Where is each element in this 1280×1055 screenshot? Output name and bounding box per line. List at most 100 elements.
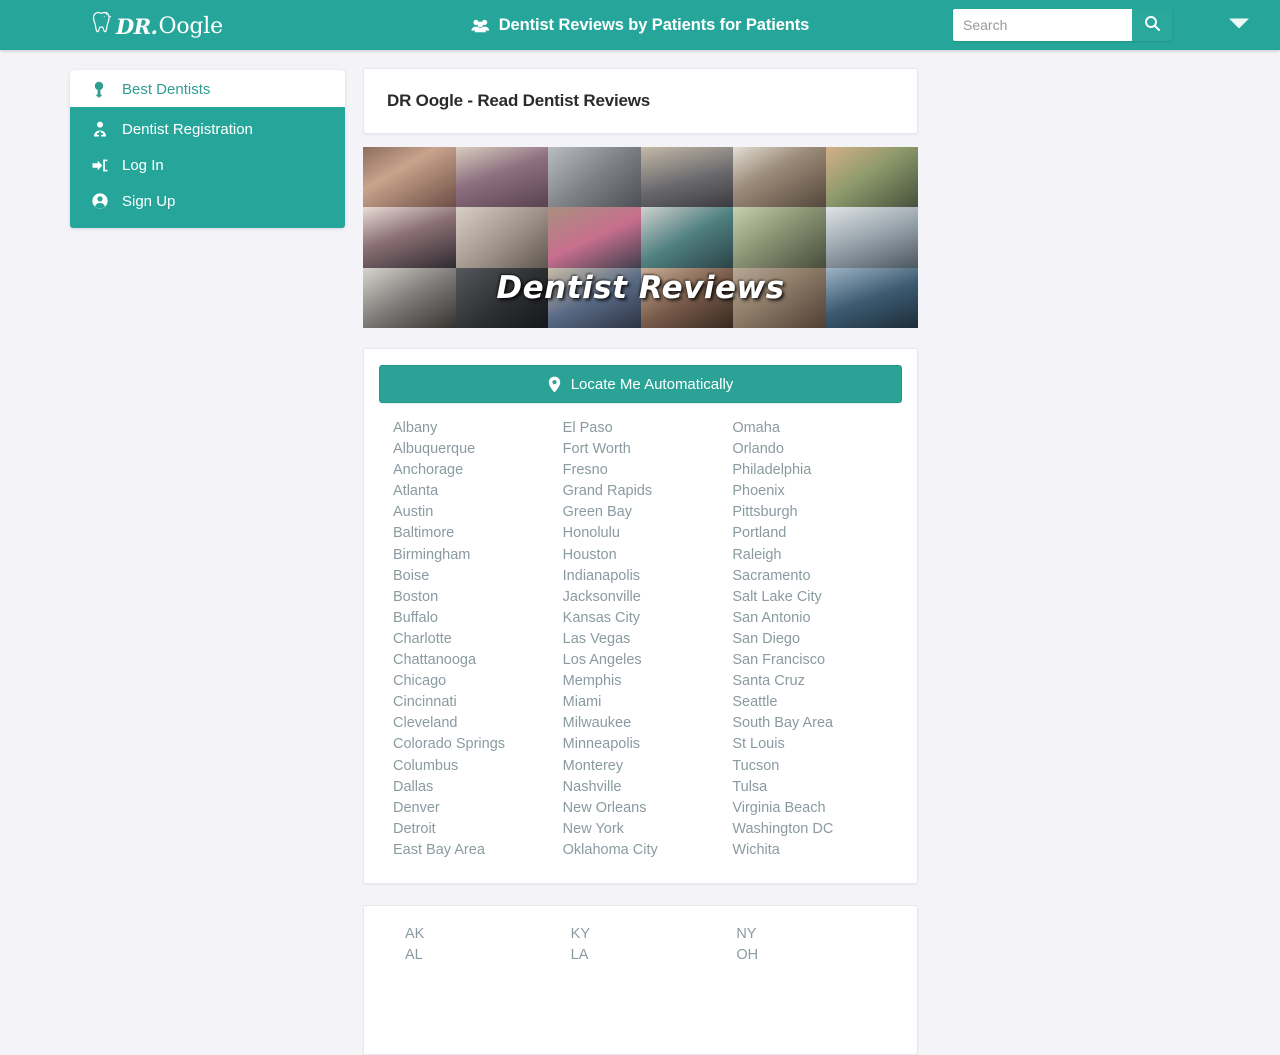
search-button[interactable]	[1132, 9, 1172, 41]
city-link[interactable]: Tulsa	[732, 777, 902, 798]
city-link[interactable]: St Louis	[732, 734, 902, 755]
city-link[interactable]: Monterey	[563, 756, 733, 777]
city-link[interactable]: Fort Worth	[563, 439, 733, 460]
states-panel: AK AL KY LA NY OH	[363, 904, 918, 1055]
city-link[interactable]: Las Vegas	[563, 629, 733, 650]
award-ribbon-icon	[92, 81, 114, 98]
city-link[interactable]: Buffalo	[393, 608, 563, 629]
locate-me-label: Locate Me Automatically	[570, 375, 734, 393]
city-link[interactable]: Miami	[563, 692, 733, 713]
city-link[interactable]: Cincinnati	[393, 692, 563, 713]
city-link[interactable]: Albuquerque	[393, 439, 563, 460]
city-link[interactable]: Milwaukee	[563, 713, 733, 734]
city-link[interactable]: Houston	[563, 545, 733, 566]
locate-me-button[interactable]: Locate Me Automatically	[379, 365, 902, 403]
city-link[interactable]: Dallas	[393, 777, 563, 798]
city-link[interactable]: Green Bay	[563, 502, 733, 523]
city-link[interactable]: Columbus	[393, 756, 563, 777]
city-link[interactable]: Jacksonville	[563, 587, 733, 608]
navbar-title-text[interactable]: Dentist Reviews by Patients for Patients	[499, 16, 810, 35]
city-link[interactable]: Portland	[732, 523, 902, 544]
city-link[interactable]: Atlanta	[393, 481, 563, 502]
city-link[interactable]: Salt Lake City	[732, 587, 902, 608]
city-link[interactable]: Honolulu	[563, 523, 733, 544]
sidebar-item-log-in[interactable]: Log In	[70, 147, 345, 183]
city-link[interactable]: New York	[563, 819, 733, 840]
collage-tile	[733, 207, 826, 268]
city-link[interactable]: Washington DC	[732, 819, 902, 840]
city-link[interactable]: Colorado Springs	[393, 734, 563, 755]
collage-tile	[548, 147, 641, 208]
city-link[interactable]: San Francisco	[732, 650, 902, 671]
state-link[interactable]: KY	[571, 924, 737, 945]
city-link[interactable]: Philadelphia	[732, 460, 902, 481]
users-icon	[471, 18, 490, 33]
city-link[interactable]: Nashville	[563, 777, 733, 798]
state-link[interactable]: OH	[736, 945, 902, 966]
city-link[interactable]: Memphis	[563, 671, 733, 692]
search-input[interactable]	[953, 9, 1132, 41]
city-link[interactable]: San Antonio	[732, 608, 902, 629]
user-circle-icon	[92, 193, 114, 209]
city-link[interactable]: New Orleans	[563, 798, 733, 819]
state-link[interactable]: AL	[405, 945, 571, 966]
city-link[interactable]: San Diego	[732, 629, 902, 650]
city-link[interactable]: Boston	[393, 587, 563, 608]
brand-dr-text: DR.	[116, 13, 158, 39]
city-link[interactable]: Grand Rapids	[563, 481, 733, 502]
brand-logo[interactable]: DR. Oogle	[88, 7, 223, 45]
city-link[interactable]: Virginia Beach	[732, 798, 902, 819]
collage-tile	[363, 147, 456, 208]
city-link[interactable]: Albany	[393, 418, 563, 439]
city-link[interactable]: Omaha	[732, 418, 902, 439]
city-link[interactable]: Chicago	[393, 671, 563, 692]
city-link[interactable]: South Bay Area	[732, 713, 902, 734]
sidebar-menu: Best Dentists Dentist Registration Log I…	[70, 70, 345, 228]
city-link[interactable]: Tucson	[732, 756, 902, 777]
city-link[interactable]: Chattanooga	[393, 650, 563, 671]
city-link[interactable]: Minneapolis	[563, 734, 733, 755]
state-link[interactable]: AK	[405, 924, 571, 945]
city-link[interactable]: Indianapolis	[563, 566, 733, 587]
city-link[interactable]: Boise	[393, 566, 563, 587]
city-link[interactable]: Detroit	[393, 819, 563, 840]
city-link[interactable]: Anchorage	[393, 460, 563, 481]
city-link[interactable]: Orlando	[732, 439, 902, 460]
city-link[interactable]: Wichita	[732, 840, 902, 861]
city-link[interactable]: Charlotte	[393, 629, 563, 650]
top-navbar: DR. Oogle Dentist Reviews by Patients fo…	[0, 0, 1280, 50]
state-link[interactable]: NY	[736, 924, 902, 945]
city-link[interactable]: Kansas City	[563, 608, 733, 629]
collage-tile	[455, 147, 548, 208]
sidebar-item-sign-up[interactable]: Sign Up	[70, 183, 345, 219]
city-link[interactable]: Oklahoma City	[563, 840, 733, 861]
city-link[interactable]: El Paso	[563, 418, 733, 439]
city-link[interactable]: Cleveland	[393, 713, 563, 734]
chevron-down-icon	[1228, 17, 1250, 35]
city-link[interactable]: Raleigh	[732, 545, 902, 566]
hero-caption: Dentist Reviews	[496, 270, 785, 306]
city-link[interactable]: Los Angeles	[563, 650, 733, 671]
collage-tile	[825, 207, 918, 268]
city-link[interactable]: Phoenix	[732, 481, 902, 502]
collage-tile	[363, 207, 456, 268]
city-link[interactable]: Austin	[393, 502, 563, 523]
sidebar-item-best-dentists[interactable]: Best Dentists	[70, 70, 345, 107]
brand-oogle-text: Oogle	[158, 13, 223, 39]
city-link[interactable]: Seattle	[732, 692, 902, 713]
collage-tile	[825, 147, 918, 208]
main-content: DR Oogle - Read Dentist Reviews Dentist …	[363, 68, 918, 1055]
state-link[interactable]: LA	[571, 945, 737, 966]
city-link[interactable]: Denver	[393, 798, 563, 819]
city-link[interactable]: Fresno	[563, 460, 733, 481]
city-link[interactable]: Baltimore	[393, 523, 563, 544]
city-link[interactable]: East Bay Area	[393, 840, 563, 861]
city-link[interactable]: Sacramento	[732, 566, 902, 587]
city-link[interactable]: Santa Cruz	[732, 671, 902, 692]
sidebar-item-dentist-registration[interactable]: Dentist Registration	[70, 111, 345, 147]
collage-tile	[455, 207, 548, 268]
city-link[interactable]: Birmingham	[393, 545, 563, 566]
user-menu-toggle[interactable]	[1226, 16, 1252, 36]
city-link[interactable]: Pittsburgh	[732, 502, 902, 523]
sign-in-icon	[92, 158, 114, 173]
